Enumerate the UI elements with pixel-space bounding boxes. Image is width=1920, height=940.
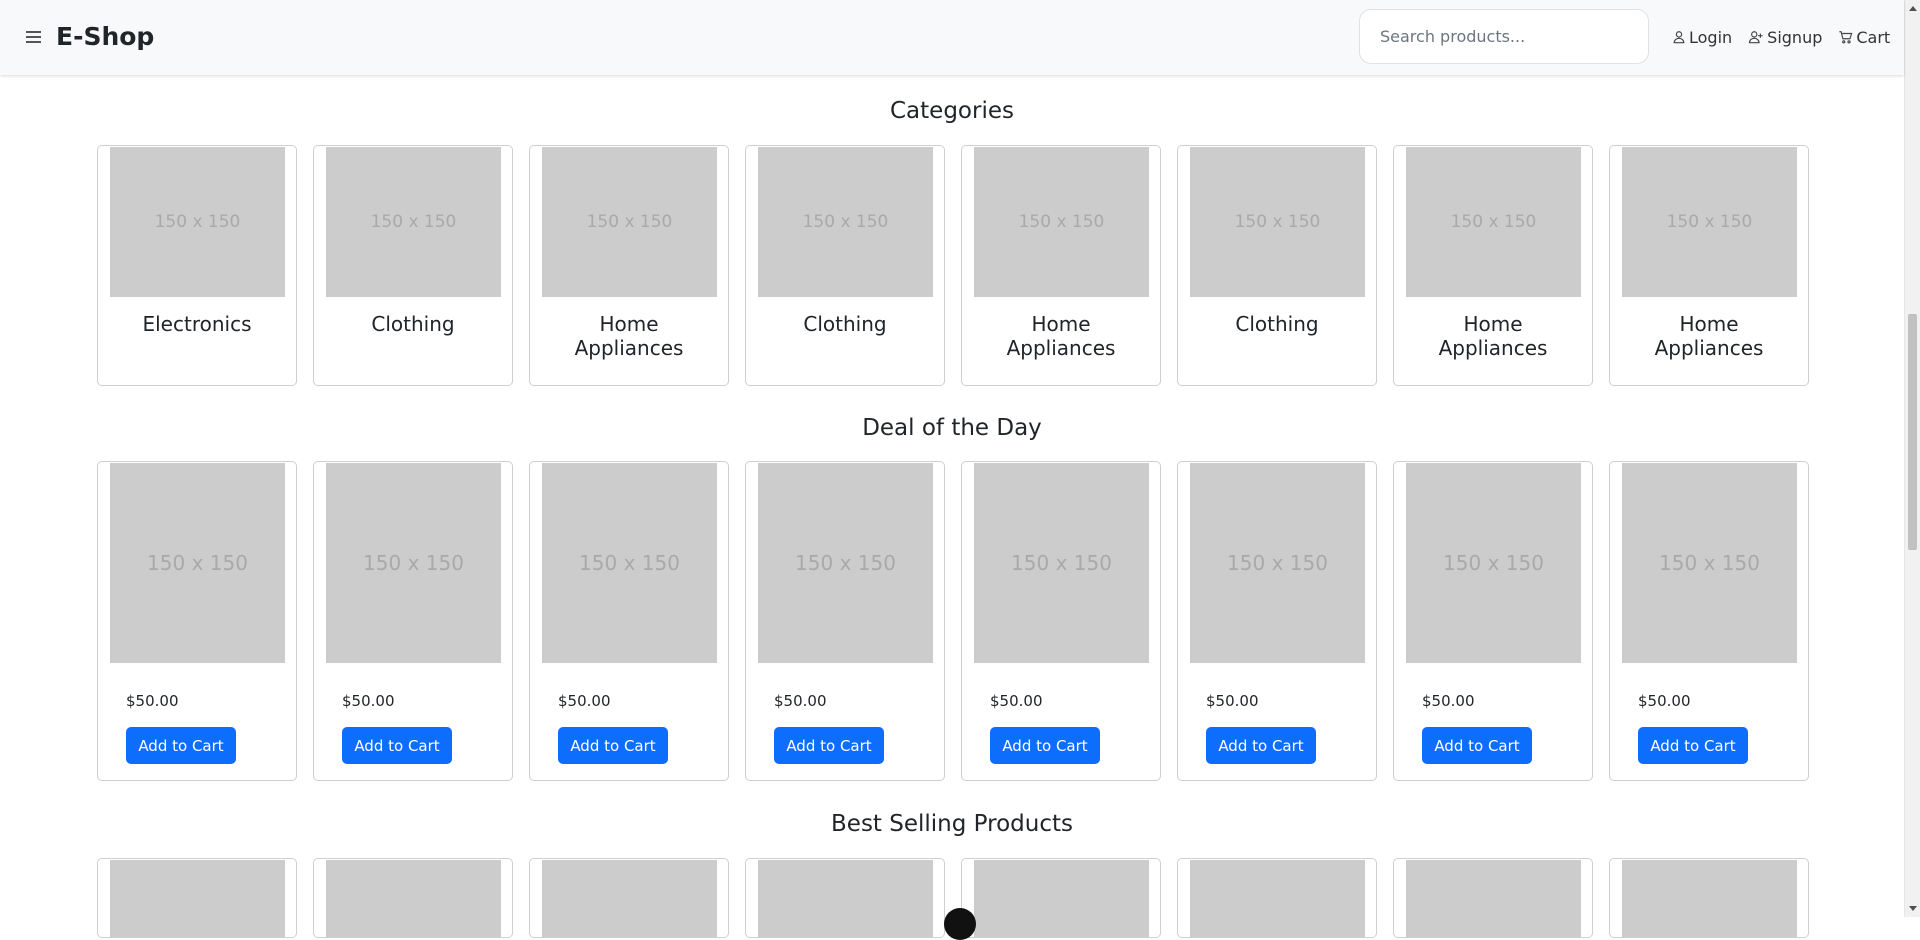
category-name: Electronics bbox=[142, 312, 252, 336]
product-image-placeholder bbox=[326, 860, 501, 937]
category-name: Clothing bbox=[803, 312, 887, 336]
best-selling-card[interactable] bbox=[1393, 858, 1593, 938]
scroll-up-arrow-icon[interactable] bbox=[1909, 6, 1917, 11]
scroll-down-arrow-icon[interactable] bbox=[1909, 906, 1917, 911]
category-image-placeholder: 150 x 150 bbox=[1190, 147, 1365, 297]
signup-link[interactable]: Signup bbox=[1748, 28, 1822, 47]
brand-logo[interactable]: E-Shop bbox=[56, 22, 154, 51]
cart-icon bbox=[1839, 31, 1853, 44]
product-image-placeholder[interactable]: 150 x 150 bbox=[542, 463, 717, 663]
menu-icon[interactable] bbox=[24, 29, 44, 45]
add-to-cart-button[interactable]: Add to Cart bbox=[1206, 727, 1316, 764]
best-selling-card[interactable] bbox=[1177, 858, 1377, 938]
scrollbar-thumb[interactable] bbox=[1908, 314, 1917, 550]
navbar: E-Shop Login Signup Cart bbox=[0, 0, 1904, 75]
best-selling-card[interactable] bbox=[313, 858, 513, 938]
category-image-placeholder: 150 x 150 bbox=[326, 147, 501, 297]
category-name: Home Appliances bbox=[1654, 312, 1764, 360]
product-image-placeholder bbox=[542, 860, 717, 937]
product-price: $50.00 bbox=[558, 692, 611, 710]
category-image-placeholder: 150 x 150 bbox=[542, 147, 717, 297]
category-card[interactable]: 150 x 150 Home Appliances bbox=[961, 145, 1161, 386]
cart-label: Cart bbox=[1856, 27, 1891, 47]
add-to-cart-button[interactable]: Add to Cart bbox=[1422, 727, 1532, 764]
product-image-placeholder[interactable]: 150 x 150 bbox=[1622, 463, 1797, 663]
product-image-placeholder[interactable]: 150 x 150 bbox=[326, 463, 501, 663]
best-selling-card[interactable] bbox=[1609, 858, 1809, 938]
product-price: $50.00 bbox=[1638, 692, 1691, 710]
product-image-placeholder[interactable]: 150 x 150 bbox=[1190, 463, 1365, 663]
deals-title: Deal of the Day bbox=[862, 415, 1042, 441]
category-image-placeholder: 150 x 150 bbox=[110, 147, 285, 297]
product-image-placeholder[interactable]: 150 x 150 bbox=[110, 463, 285, 663]
best-selling-card[interactable] bbox=[529, 858, 729, 938]
category-image-placeholder: 150 x 150 bbox=[758, 147, 933, 297]
product-image-placeholder bbox=[974, 860, 1149, 937]
product-price: $50.00 bbox=[1206, 692, 1259, 710]
deal-card: 150 x 150 $50.00 Add to Cart bbox=[745, 461, 945, 781]
product-price: $50.00 bbox=[990, 692, 1043, 710]
category-card[interactable]: 150 x 150 Clothing bbox=[1177, 145, 1377, 386]
best-selling-card[interactable] bbox=[97, 858, 297, 938]
product-price: $50.00 bbox=[342, 692, 395, 710]
category-image-placeholder: 150 x 150 bbox=[1406, 147, 1581, 297]
product-price: $50.00 bbox=[1422, 692, 1475, 710]
product-image-placeholder bbox=[1190, 860, 1365, 937]
product-image-placeholder[interactable]: 150 x 150 bbox=[758, 463, 933, 663]
product-price: $50.00 bbox=[774, 692, 827, 710]
product-image-placeholder bbox=[1622, 860, 1797, 937]
login-link[interactable]: Login bbox=[1672, 28, 1732, 47]
person-icon bbox=[1673, 31, 1685, 44]
categories-title: Categories bbox=[890, 98, 1014, 124]
cart-link[interactable]: Cart bbox=[1838, 28, 1890, 47]
product-price: $50.00 bbox=[126, 692, 179, 710]
category-card[interactable]: 150 x 150 Clothing bbox=[313, 145, 513, 386]
deals-row: 150 x 150 $50.00 Add to Cart 150 x 150 $50.0… bbox=[97, 461, 1809, 781]
add-to-cart-button[interactable]: Add to Cart bbox=[558, 727, 668, 764]
best-selling-card[interactable] bbox=[961, 858, 1161, 938]
product-image-placeholder[interactable]: 150 x 150 bbox=[974, 463, 1149, 663]
best-selling-title: Best Selling Products bbox=[831, 811, 1073, 837]
category-card[interactable]: 150 x 150 Home Appliances bbox=[1609, 145, 1809, 386]
category-card[interactable]: 150 x 150 Home Appliances bbox=[1393, 145, 1593, 386]
deal-card: 150 x 150 $50.00 Add to Cart bbox=[1393, 461, 1593, 781]
login-label: Login bbox=[1689, 27, 1733, 47]
product-image-placeholder bbox=[110, 860, 285, 937]
product-image-placeholder bbox=[1406, 860, 1581, 937]
category-name: Home Appliances bbox=[574, 312, 684, 360]
category-name: Clothing bbox=[371, 312, 455, 336]
deal-card: 150 x 150 $50.00 Add to Cart bbox=[961, 461, 1161, 781]
product-image-placeholder[interactable]: 150 x 150 bbox=[1406, 463, 1581, 663]
category-name: Home Appliances bbox=[1006, 312, 1116, 360]
product-image-placeholder bbox=[758, 860, 933, 937]
add-to-cart-button[interactable]: Add to Cart bbox=[1638, 727, 1748, 764]
deal-card: 150 x 150 $50.00 Add to Cart bbox=[1609, 461, 1809, 781]
best-selling-card[interactable] bbox=[745, 858, 945, 938]
nav-links: Login Signup Cart bbox=[1672, 26, 1890, 48]
category-image-placeholder: 150 x 150 bbox=[1622, 147, 1797, 297]
search-input[interactable] bbox=[1359, 9, 1649, 64]
person-add-icon bbox=[1749, 31, 1763, 44]
scroll-to-top-button[interactable] bbox=[944, 908, 976, 940]
category-card[interactable]: 150 x 150 Clothing bbox=[745, 145, 945, 386]
deal-card: 150 x 150 $50.00 Add to Cart bbox=[313, 461, 513, 781]
category-card[interactable]: 150 x 150 Electronics bbox=[97, 145, 297, 386]
category-name: Clothing bbox=[1235, 312, 1319, 336]
deal-card: 150 x 150 $50.00 Add to Cart bbox=[1177, 461, 1377, 781]
add-to-cart-button[interactable]: Add to Cart bbox=[774, 727, 884, 764]
add-to-cart-button[interactable]: Add to Cart bbox=[990, 727, 1100, 764]
add-to-cart-button[interactable]: Add to Cart bbox=[126, 727, 236, 764]
categories-row: 150 x 150 Electronics 150 x 150 Clothing 150… bbox=[97, 145, 1809, 386]
signup-label: Signup bbox=[1767, 27, 1823, 47]
category-name: Home Appliances bbox=[1438, 312, 1548, 360]
category-card[interactable]: 150 x 150 Home Appliances bbox=[529, 145, 729, 386]
category-image-placeholder: 150 x 150 bbox=[974, 147, 1149, 297]
add-to-cart-button[interactable]: Add to Cart bbox=[342, 727, 452, 764]
page-scrollbar[interactable] bbox=[1904, 0, 1920, 917]
deal-card: 150 x 150 $50.00 Add to Cart bbox=[97, 461, 297, 781]
deal-card: 150 x 150 $50.00 Add to Cart bbox=[529, 461, 729, 781]
